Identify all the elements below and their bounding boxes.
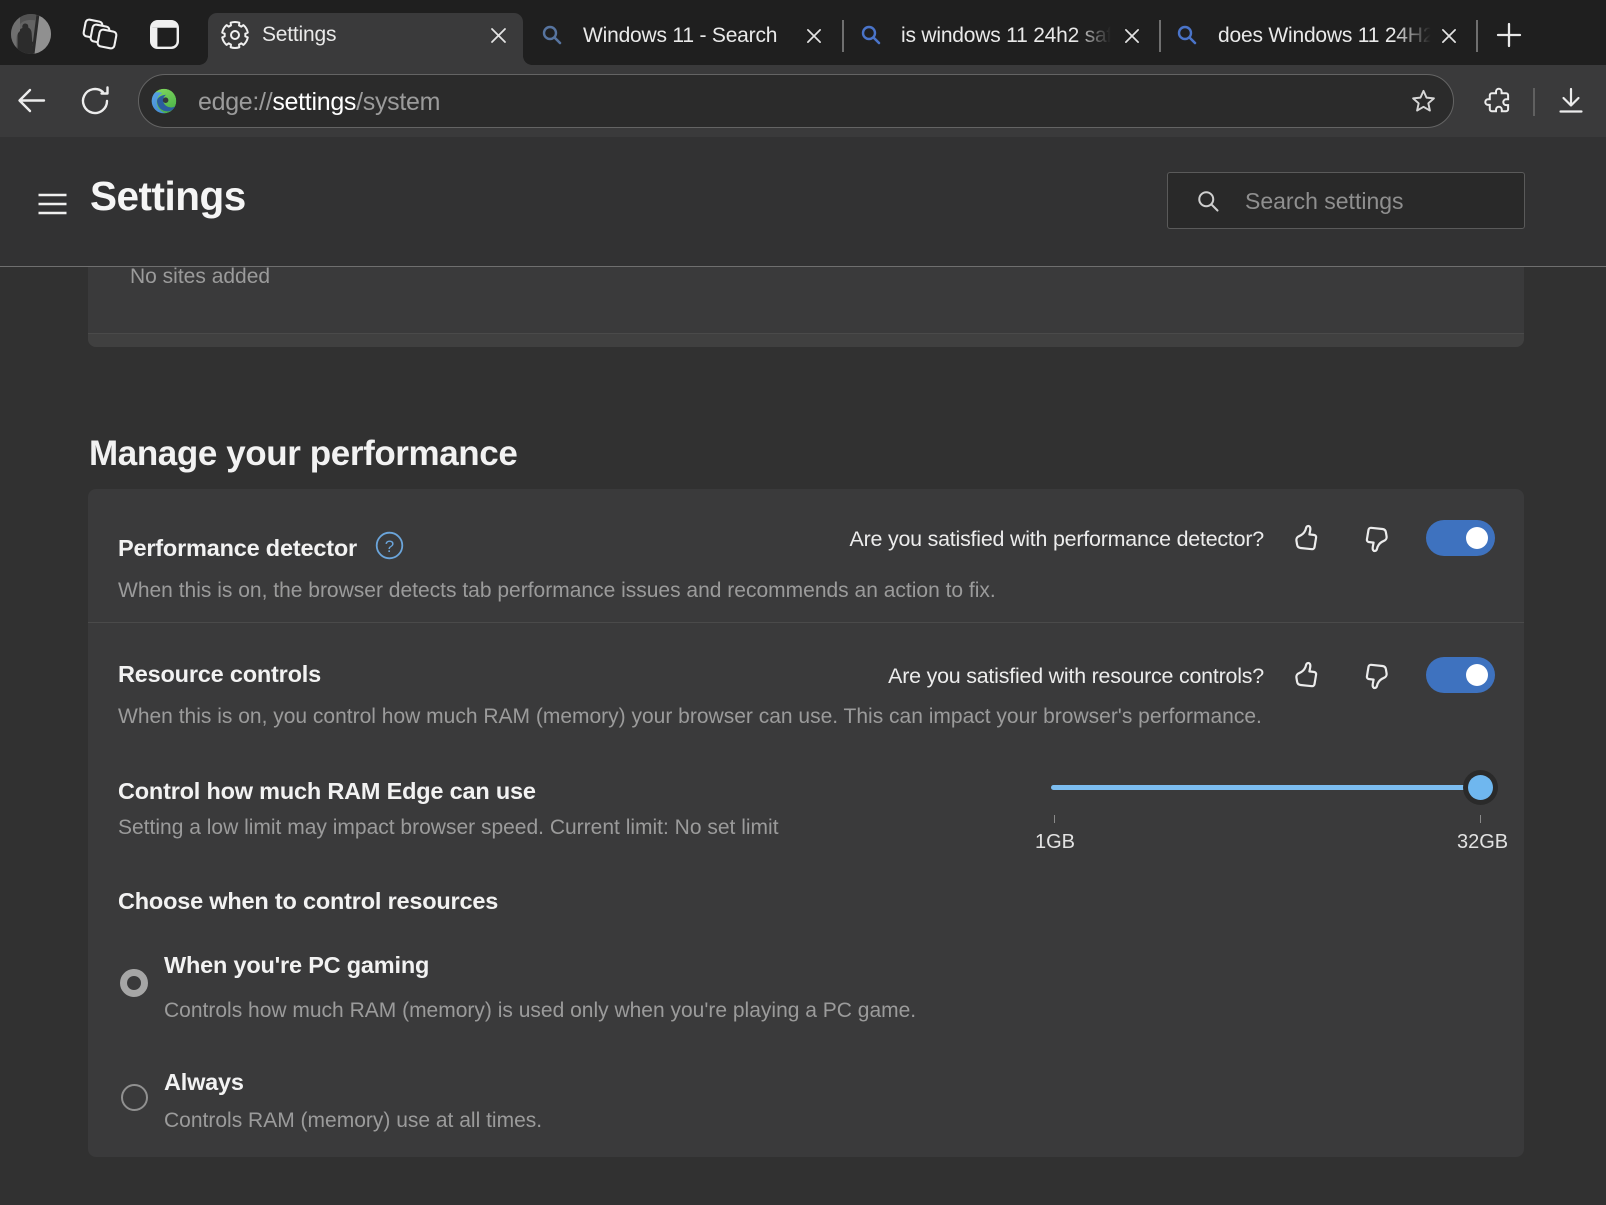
svg-text:?: ? — [385, 537, 394, 556]
